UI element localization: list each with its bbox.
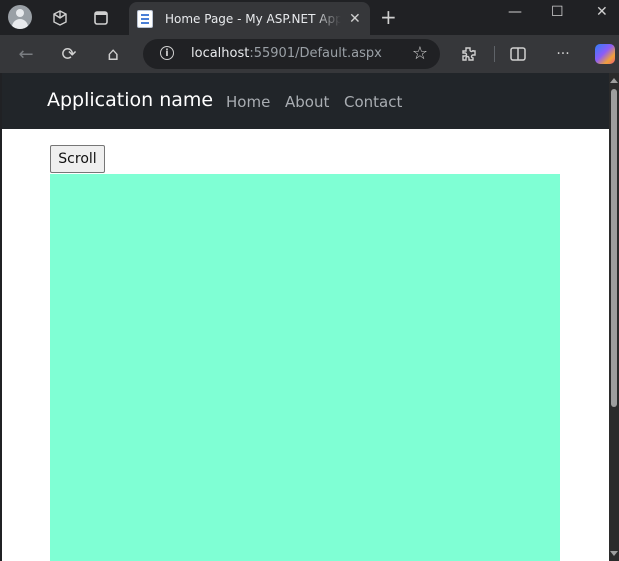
browser-toolbar: ← ⟳ ⌂ i localhost:55901/Default.aspx ☆ ·… [0,35,619,73]
new-tab-icon[interactable]: + [380,6,397,28]
url-path: :55901/Default.aspx [249,46,382,61]
tab-strip: Home Page - My ASP.NET Application ✕ + —… [0,0,619,35]
scroll-down-arrow-icon[interactable] [610,551,618,556]
favorite-star-icon[interactable]: ☆ [412,43,428,64]
maximize-icon[interactable]: ☐ [551,4,564,20]
page-viewport: Application name Home About Contact Scro… [0,73,609,561]
aquamarine-box [50,174,560,561]
home-icon[interactable]: ⌂ [101,42,125,66]
tab-actions-icon[interactable] [89,6,113,30]
active-tab[interactable]: Home Page - My ASP.NET Application ✕ [129,2,370,35]
nav-home-link[interactable]: Home [226,93,270,111]
profile-avatar-icon[interactable] [8,5,32,29]
scroll-up-arrow-icon[interactable] [610,78,618,83]
brand-link[interactable]: Application name [47,89,213,111]
address-bar[interactable]: i localhost:55901/Default.aspx ☆ [143,39,440,69]
url-text: localhost:55901/Default.aspx [191,46,382,61]
nav-about-link[interactable]: About [285,93,329,111]
site-info-icon[interactable]: i [160,46,174,60]
workspaces-icon[interactable] [48,6,72,30]
site-navbar: Application name Home About Contact [2,73,609,129]
minimize-icon[interactable]: — [508,4,522,20]
toolbar-divider [494,46,495,62]
copilot-icon[interactable] [595,44,615,64]
avatar-head [16,9,24,17]
split-screen-icon[interactable] [506,42,530,66]
window-close-icon[interactable]: ✕ [596,4,608,20]
url-host: localhost [191,46,250,61]
page-scrollbar[interactable] [609,73,619,561]
page-favicon-icon [137,9,153,28]
tab-title: Home Page - My ASP.NET Application [165,11,341,26]
back-icon[interactable]: ← [14,42,38,66]
scrollbar-thumb[interactable] [611,89,617,407]
scroll-button[interactable]: Scroll [50,145,105,173]
avatar-body [12,19,28,29]
more-menu-icon[interactable]: ··· [551,42,575,66]
refresh-icon[interactable]: ⟳ [57,42,81,66]
nav-contact-link[interactable]: Contact [344,93,402,111]
extensions-icon[interactable] [457,42,481,66]
tab-close-icon[interactable]: ✕ [349,11,361,27]
